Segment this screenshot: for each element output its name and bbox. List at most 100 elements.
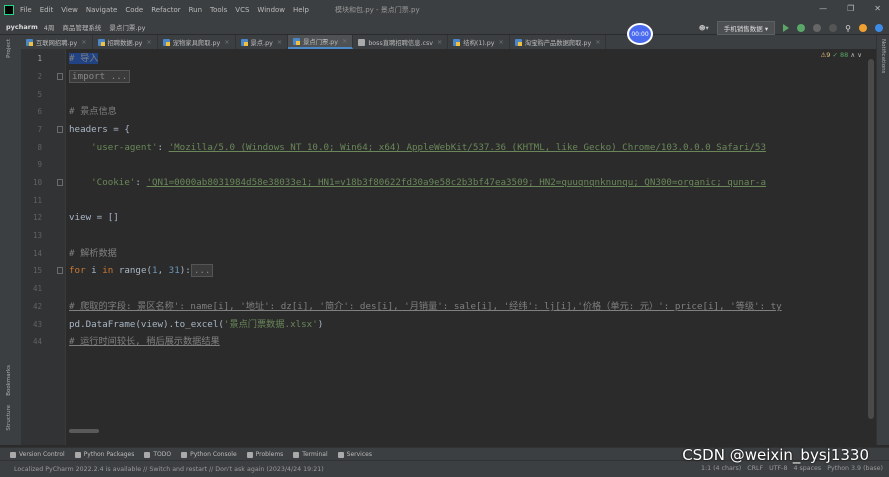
line-number: 44 (32, 337, 42, 346)
menu-view[interactable]: View (61, 6, 78, 14)
breadcrumb-subfolder[interactable]: 商品管理系统 (62, 22, 101, 32)
run-icon[interactable] (783, 24, 790, 32)
close-tab-icon[interactable]: × (81, 39, 86, 46)
line-number: 10 (32, 178, 42, 187)
left-tool-strip: Project Bookmarks Structure (0, 35, 22, 445)
terminal-tool-button[interactable]: Terminal (293, 451, 328, 458)
coverage-icon[interactable] (813, 24, 822, 32)
code-text: ) (317, 319, 324, 330)
tab-file[interactable]: 淘宝购产品数据爬取.py × (510, 35, 607, 49)
horizontal-scrollbar[interactable] (69, 429, 99, 433)
maximize-button[interactable]: ❐ (847, 4, 854, 13)
python-console-tool-button[interactable]: Python Console (181, 451, 237, 458)
pycharm-logo-icon (4, 4, 14, 15)
breadcrumb-folder[interactable]: 4周 (44, 22, 55, 32)
debug-icon[interactable] (797, 24, 806, 32)
breadcrumb-project[interactable]: pycharm (6, 23, 38, 31)
menu-run[interactable]: Run (189, 6, 202, 14)
project-tool-button[interactable]: Project (6, 39, 12, 58)
menu-tools[interactable]: Tools (210, 6, 227, 14)
fold-marker-icon[interactable] (57, 126, 63, 133)
right-tool-strip: Notifications (876, 35, 889, 445)
inspection-nav[interactable]: ∧ ∨ (850, 51, 862, 59)
bookmarks-tool-button[interactable]: Bookmarks (6, 365, 12, 396)
line-number: 42 (32, 302, 42, 311)
close-tab-icon[interactable]: × (224, 39, 229, 46)
close-tab-icon[interactable]: × (437, 39, 442, 46)
stop-icon[interactable] (829, 24, 838, 32)
menu-code[interactable]: Code (125, 6, 143, 14)
close-tab-icon[interactable]: × (499, 39, 504, 46)
menu-vcs[interactable]: VCS (235, 6, 249, 14)
status-message[interactable]: Localized PyCharm 2022.2.4 is available … (14, 466, 324, 473)
tab-file[interactable]: boss直聘招聘信息.csv × (353, 35, 449, 49)
menu-file[interactable]: File (20, 6, 32, 14)
menu-window[interactable]: Window (257, 6, 285, 14)
tab-file[interactable]: 互联网招聘.py × (21, 35, 93, 49)
tab-file[interactable]: 景点.py × (236, 35, 289, 49)
search-icon[interactable]: ⚲ (845, 24, 851, 33)
line-number: 12 (32, 213, 42, 222)
close-tab-icon[interactable]: × (342, 38, 347, 45)
code-editor[interactable]: # 导入 import ... # 景点信息 headers = { 'user… (66, 49, 876, 445)
line-separator[interactable]: CRLF (747, 465, 763, 472)
python-file-icon (514, 38, 522, 46)
vertical-scrollbar[interactable] (868, 59, 874, 419)
code-string: '景点门票数据.xlsx' (223, 319, 318, 330)
tab-file[interactable]: 宠物家具爬取.py × (158, 35, 236, 49)
line-number: 41 (32, 284, 42, 293)
folded-block[interactable]: ... (190, 264, 214, 277)
fold-marker-icon[interactable] (57, 73, 63, 80)
python-file-icon (240, 38, 248, 46)
code-text: , (157, 265, 169, 276)
services-tool-button[interactable]: Services (337, 451, 372, 458)
version-control-tool-button[interactable]: Version Control (10, 451, 65, 458)
terminal-icon (293, 451, 300, 458)
ok-count[interactable]: ✓ 88 (833, 51, 849, 59)
update-icon[interactable] (859, 24, 867, 32)
python-interpreter[interactable]: Python 3.9 (base) (827, 465, 883, 472)
tab-file[interactable]: 招聘数据.py × (93, 35, 158, 49)
run-configuration-select[interactable]: 手机销售数据 ▾ (716, 21, 776, 35)
caret-position[interactable]: 1:1 (4 chars) (701, 465, 741, 472)
code-comment: # 运行时间较长, 稍后展示数据结果 (69, 336, 220, 347)
close-button[interactable]: ✕ (874, 4, 881, 13)
python-file-icon (453, 38, 461, 46)
csv-file-icon (358, 38, 366, 46)
code-text: ): (179, 265, 191, 276)
menu-refactor[interactable]: Refactor (151, 6, 180, 14)
line-number-gutter[interactable]: 1 2 5 6 7 8 9 10 11 12 13 14 15 41 42 43… (21, 49, 66, 445)
indent-setting[interactable]: 4 spaces (793, 465, 821, 472)
notifications-tool-button[interactable]: Notifications (880, 39, 886, 73)
close-tab-icon[interactable]: × (146, 39, 151, 46)
menu-bar: File Edit View Navigate Code Refactor Ru… (0, 0, 889, 19)
console-icon (181, 451, 188, 458)
navigation-bar: pycharm 4周 商品管理系统 景点门票.py ☻▾ 手机销售数据 ▾ ⚲ (0, 19, 889, 35)
user-icon[interactable]: ☻▾ (699, 24, 709, 32)
fold-marker-icon[interactable] (57, 179, 63, 186)
line-number: 6 (37, 107, 42, 116)
fold-marker-icon[interactable] (57, 267, 63, 274)
menu-navigate[interactable]: Navigate (86, 6, 117, 14)
todo-tool-button[interactable]: TODO (144, 451, 171, 458)
close-tab-icon[interactable]: × (595, 39, 600, 46)
breadcrumb-file[interactable]: 景点门票.py (109, 22, 145, 32)
code-string: 'QN1=0000ab8031984d58e38033e1; HN1=v18b3… (146, 177, 766, 188)
menu-edit[interactable]: Edit (40, 6, 54, 14)
pycharm-app-icon[interactable] (875, 24, 883, 32)
inspection-widget[interactable]: ⚠9 ✓ 88 ∧ ∨ (820, 51, 862, 59)
menu-help[interactable]: Help (293, 6, 309, 14)
file-encoding[interactable]: UTF-8 (769, 465, 787, 472)
code-text: range( (113, 265, 153, 276)
watermark: CSDN @weixin_bysj1330 (682, 446, 869, 464)
close-tab-icon[interactable]: × (277, 39, 282, 46)
structure-tool-button[interactable]: Structure (6, 405, 12, 431)
minimize-button[interactable]: — (819, 4, 827, 13)
tab-file-active[interactable]: 景点门票.py × (288, 35, 354, 49)
warnings-count[interactable]: ⚠9 (820, 51, 830, 59)
folded-imports[interactable]: import ... (69, 70, 131, 83)
python-packages-tool-button[interactable]: Python Packages (74, 451, 134, 458)
tab-file[interactable]: 结构(1).py × (448, 35, 510, 49)
code-comment: # 爬取的字段: 景区名称': name[i], '地址': dz[i], '简… (69, 301, 782, 312)
problems-tool-button[interactable]: Problems (246, 451, 283, 458)
